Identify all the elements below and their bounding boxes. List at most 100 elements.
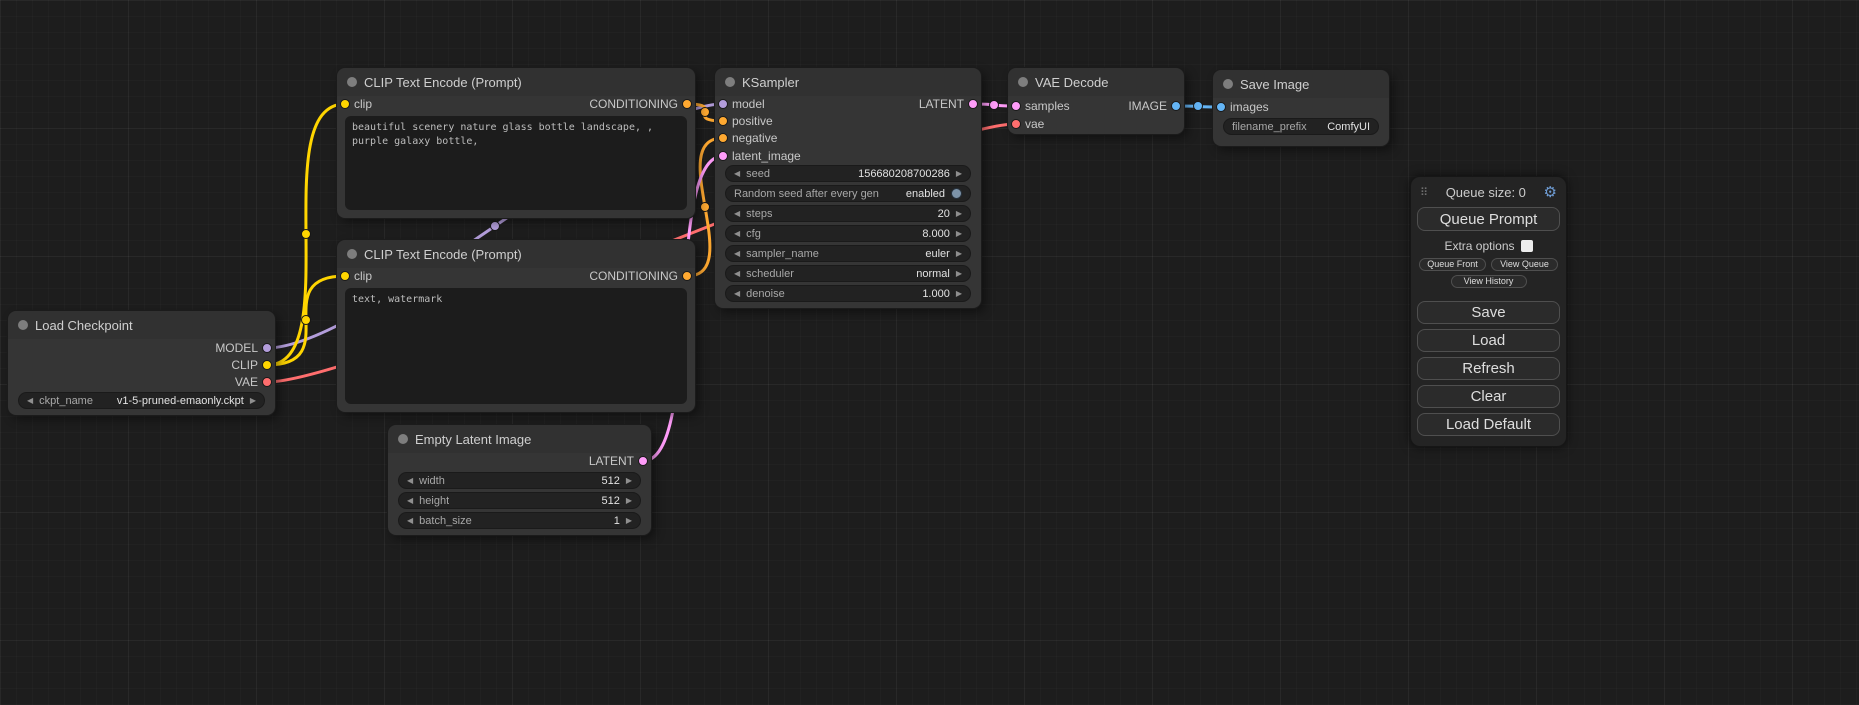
port-image-output[interactable] [1171, 101, 1181, 111]
port-model-input[interactable] [718, 99, 728, 109]
next-value-arrow-icon[interactable] [956, 290, 962, 298]
port-vae-output[interactable] [262, 377, 272, 387]
next-value-arrow-icon[interactable] [956, 230, 962, 238]
widget-value: normal [916, 268, 950, 280]
collapse-dot-icon[interactable] [347, 249, 357, 259]
prev-value-arrow-icon[interactable] [407, 517, 413, 525]
widget-steps[interactable]: steps 20 [725, 205, 971, 222]
widget-random-seed-toggle[interactable]: Random seed after every gen enabled [725, 185, 971, 202]
port-latent-output[interactable] [968, 99, 978, 109]
next-value-arrow-icon[interactable] [956, 210, 962, 218]
positive-prompt-textarea[interactable]: beautiful scenery nature glass bottle la… [345, 116, 687, 210]
node-title-bar[interactable]: CLIP Text Encode (Prompt) [337, 68, 695, 96]
port-latent-output[interactable] [638, 456, 648, 466]
load-button[interactable]: Load [1417, 329, 1560, 352]
input-label-model: model [732, 96, 765, 112]
port-latent-image-input[interactable] [718, 151, 728, 161]
widget-sampler-name[interactable]: sampler_name euler [725, 245, 971, 262]
widget-scheduler[interactable]: scheduler normal [725, 265, 971, 282]
port-model-output[interactable] [262, 343, 272, 353]
input-label-samples: samples [1025, 98, 1070, 114]
queue-prompt-button[interactable]: Queue Prompt [1417, 207, 1560, 231]
port-conditioning-output[interactable] [682, 99, 692, 109]
next-value-arrow-icon[interactable] [626, 477, 632, 485]
refresh-button[interactable]: Refresh [1417, 357, 1560, 380]
port-clip-input[interactable] [340, 271, 350, 281]
widget-value: 8.000 [922, 228, 950, 240]
save-button[interactable]: Save [1417, 301, 1560, 324]
node-ksampler[interactable]: KSampler model positive negative latent_… [715, 68, 981, 308]
port-conditioning-output[interactable] [682, 271, 692, 281]
node-title-bar[interactable]: Load Checkpoint [8, 311, 275, 339]
node-clip-text-encode-positive[interactable]: CLIP Text Encode (Prompt) clip CONDITION… [337, 68, 695, 218]
port-clip-output[interactable] [262, 360, 272, 370]
prev-value-arrow-icon[interactable] [407, 477, 413, 485]
node-title-bar[interactable]: Save Image [1213, 70, 1389, 98]
widget-denoise[interactable]: denoise 1.000 [725, 285, 971, 302]
node-empty-latent-image[interactable]: Empty Latent Image LATENT width 512 heig… [388, 425, 651, 535]
node-load-checkpoint[interactable]: Load Checkpoint MODEL CLIP VAE ckpt_name… [8, 311, 275, 415]
extra-options-checkbox[interactable] [1521, 240, 1533, 252]
widget-name: scheduler [746, 268, 794, 280]
output-label-vae: VAE [235, 374, 258, 390]
next-value-arrow-icon[interactable] [956, 170, 962, 178]
widget-value: 156680208700286 [858, 168, 950, 180]
widget-name: steps [746, 208, 772, 220]
widget-height[interactable]: height 512 [398, 492, 641, 509]
port-positive-input[interactable] [718, 116, 728, 126]
negative-prompt-textarea[interactable]: text, watermark [345, 288, 687, 404]
next-value-arrow-icon[interactable] [956, 250, 962, 258]
node-title-bar[interactable]: CLIP Text Encode (Prompt) [337, 240, 695, 268]
widget-seed[interactable]: seed 156680208700286 [725, 165, 971, 182]
widget-batch-size[interactable]: batch_size 1 [398, 512, 641, 529]
clear-button[interactable]: Clear [1417, 385, 1560, 408]
prev-value-arrow-icon[interactable] [27, 397, 33, 405]
widget-ckpt-name[interactable]: ckpt_name v1-5-pruned-emaonly.ckpt [18, 392, 265, 409]
prev-value-arrow-icon[interactable] [734, 290, 740, 298]
widget-filename-prefix[interactable]: filename_prefix ComfyUI [1223, 118, 1379, 135]
input-label-clip: clip [354, 96, 372, 112]
collapse-dot-icon[interactable] [398, 434, 408, 444]
collapse-dot-icon[interactable] [725, 77, 735, 87]
load-default-button[interactable]: Load Default [1417, 413, 1560, 436]
toggle-knob-icon[interactable] [951, 188, 962, 199]
next-value-arrow-icon[interactable] [956, 270, 962, 278]
next-value-arrow-icon[interactable] [626, 497, 632, 505]
queue-front-button[interactable]: Queue Front [1419, 258, 1486, 271]
view-queue-button[interactable]: View Queue [1491, 258, 1558, 271]
widget-width[interactable]: width 512 [398, 472, 641, 489]
collapse-dot-icon[interactable] [1223, 79, 1233, 89]
node-vae-decode[interactable]: VAE Decode samples vae IMAGE [1008, 68, 1184, 134]
port-images-input[interactable] [1216, 102, 1226, 112]
next-value-arrow-icon[interactable] [250, 397, 256, 405]
collapse-dot-icon[interactable] [18, 320, 28, 330]
widget-name: height [419, 495, 449, 507]
prev-value-arrow-icon[interactable] [734, 270, 740, 278]
settings-gear-icon[interactable]: ⚙ [1544, 183, 1557, 201]
node-title-bar[interactable]: VAE Decode [1008, 68, 1184, 96]
widget-name: filename_prefix [1232, 121, 1307, 133]
port-negative-input[interactable] [718, 133, 728, 143]
collapse-dot-icon[interactable] [1018, 77, 1028, 87]
node-title-bar[interactable]: KSampler [715, 68, 981, 96]
prev-value-arrow-icon[interactable] [734, 250, 740, 258]
view-history-button[interactable]: View History [1451, 275, 1527, 288]
node-title-bar[interactable]: Empty Latent Image [388, 425, 651, 453]
port-clip-input[interactable] [340, 99, 350, 109]
port-vae-input[interactable] [1011, 119, 1021, 129]
collapse-dot-icon[interactable] [347, 77, 357, 87]
input-label-latent-image: latent_image [732, 148, 801, 164]
prev-value-arrow-icon[interactable] [734, 210, 740, 218]
node-clip-text-encode-negative[interactable]: CLIP Text Encode (Prompt) clip CONDITION… [337, 240, 695, 412]
widget-name: seed [746, 168, 770, 180]
queue-menu-panel: ⠿ Queue size: 0 ⚙ Queue Prompt Extra opt… [1410, 176, 1567, 447]
prev-value-arrow-icon[interactable] [734, 230, 740, 238]
widget-cfg[interactable]: cfg 8.000 [725, 225, 971, 242]
prev-value-arrow-icon[interactable] [734, 170, 740, 178]
port-samples-input[interactable] [1011, 101, 1021, 111]
widget-name: ckpt_name [39, 395, 93, 407]
next-value-arrow-icon[interactable] [626, 517, 632, 525]
drag-handle-icon[interactable]: ⠿ [1420, 186, 1428, 199]
prev-value-arrow-icon[interactable] [407, 497, 413, 505]
node-save-image[interactable]: Save Image images filename_prefix ComfyU… [1213, 70, 1389, 146]
